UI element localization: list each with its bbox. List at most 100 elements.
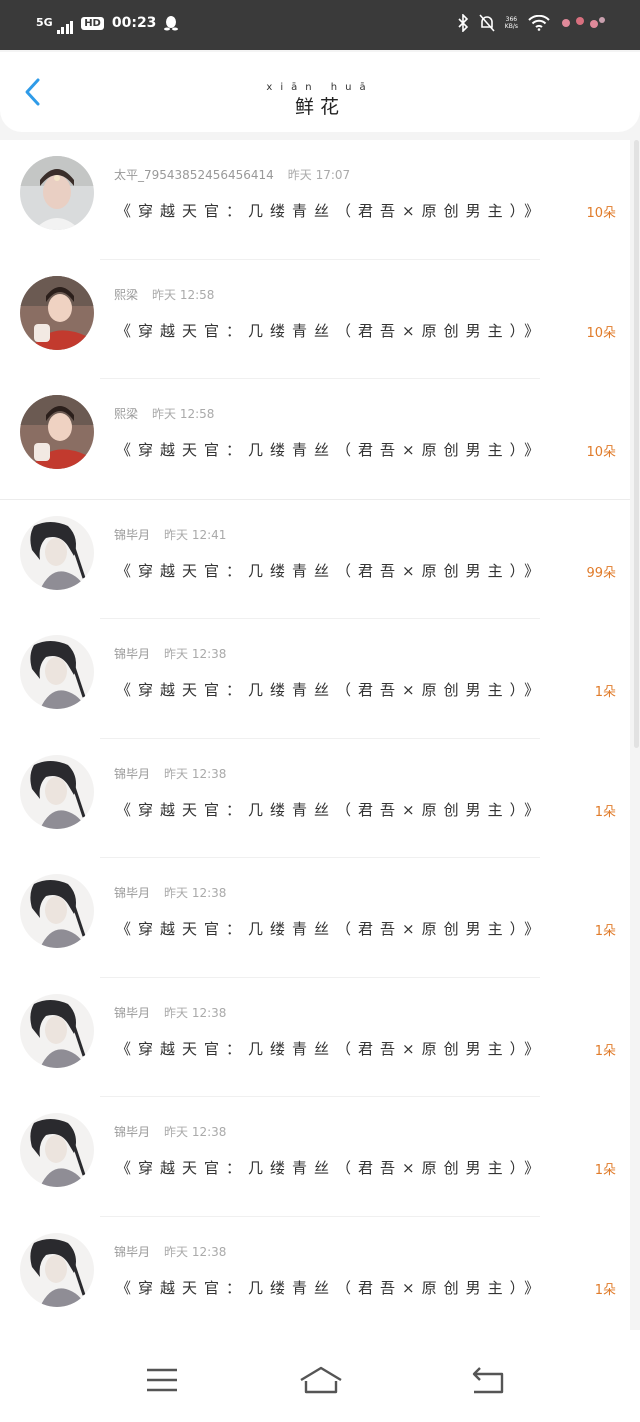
flower-count-unit: 朵: [602, 1043, 616, 1059]
gift-meta: 熙梁 昨天 12:58: [114, 405, 214, 422]
book-title[interactable]: 《穿越天官：几缕青丝（君吾×原创男主）》: [116, 439, 546, 460]
flower-decoration-icon: [560, 15, 606, 31]
avatar[interactable]: [20, 754, 94, 829]
flower-count: 1朵: [595, 801, 616, 820]
book-title[interactable]: 《穿越天官：几缕青丝（君吾×原创男主）》: [116, 1277, 546, 1298]
status-bar: 5G HD 00:23 366 KB/s: [0, 0, 640, 50]
avatar[interactable]: [20, 1232, 94, 1307]
avatar[interactable]: [20, 515, 94, 590]
flower-count-unit: 朵: [602, 445, 616, 460]
book-title[interactable]: 《穿越天官：几缕青丝（君吾×原创男主）》: [116, 200, 546, 221]
flower-count-unit: 朵: [602, 1163, 616, 1178]
sender-name[interactable]: 锦毕月: [114, 647, 150, 661]
home-button[interactable]: [298, 1360, 344, 1400]
flower-count-unit: 朵: [602, 685, 616, 700]
gift-meta: 锦毕月 昨天 12:38: [114, 1004, 226, 1021]
home-icon: [300, 1366, 342, 1394]
avatar[interactable]: [20, 993, 94, 1068]
gift-meta: 锦毕月 昨天 12:38: [114, 645, 226, 662]
flower-count-unit: 朵: [602, 325, 616, 341]
system-back-button[interactable]: [468, 1360, 508, 1400]
flower-count: 1朵: [595, 681, 616, 700]
avatar[interactable]: [20, 156, 94, 230]
wifi-icon: [528, 15, 550, 31]
book-title[interactable]: 《穿越天官：几缕青丝（君吾×原创男主）》: [116, 1157, 546, 1178]
network-type: 5G: [36, 16, 53, 29]
gift-meta: 熙梁 昨天 12:58: [114, 286, 214, 303]
flower-count-unit: 朵: [602, 565, 616, 581]
flower-count-unit: 朵: [602, 804, 616, 820]
flower-count-unit: 朵: [602, 924, 616, 939]
gift-row[interactable]: 熙梁 昨天 12:58 《穿越天官：几缕青丝（君吾×原创男主）》 10朵: [0, 379, 630, 500]
gift-row[interactable]: 锦毕月 昨天 12:38 《穿越天官：几缕青丝（君吾×原创男主）》 1朵: [0, 858, 630, 978]
mute-bell-icon: [479, 14, 495, 32]
gift-meta: 锦毕月 昨天 12:38: [114, 1123, 226, 1140]
gift-time: 昨天 17:07: [287, 168, 351, 182]
sender-name[interactable]: 锦毕月: [114, 1125, 150, 1139]
flower-count-value: 10: [586, 325, 603, 341]
flower-count-value: 10: [586, 445, 603, 460]
system-nav-bar: [0, 1330, 640, 1422]
book-title[interactable]: 《穿越天官：几缕青丝（君吾×原创男主）》: [116, 918, 546, 939]
avatar[interactable]: [20, 874, 94, 948]
gift-time: 昨天 12:38: [164, 1005, 227, 1020]
flower-count: 10朵: [586, 322, 616, 341]
signal-icon: [56, 20, 74, 34]
page-title: 鲜花: [294, 96, 345, 118]
gift-row[interactable]: 太平_79543852456456414 昨天 17:07 《穿越天官：几缕青丝（君…: [0, 140, 630, 260]
flower-count-value: 1: [594, 1043, 603, 1059]
flower-count-unit: 朵: [602, 206, 616, 221]
gift-row[interactable]: 锦毕月 昨天 12:38 《穿越天官：几缕青丝（君吾×原创男主）》 1朵: [0, 739, 630, 858]
avatar[interactable]: [20, 275, 94, 350]
sender-name[interactable]: 熙梁: [114, 407, 138, 421]
gift-time: 昨天 12:38: [164, 647, 227, 661]
flower-count: 1朵: [595, 1279, 616, 1298]
avatar[interactable]: [20, 635, 94, 709]
gift-meta: 锦毕月 昨天 12:38: [114, 765, 226, 782]
qq-icon: [164, 15, 179, 31]
sender-name[interactable]: 太平_79543852456456414: [114, 168, 274, 182]
book-title[interactable]: 《穿越天官：几缕青丝（君吾×原创男主）》: [116, 1038, 546, 1059]
gift-meta: 锦毕月 昨天 12:38: [114, 884, 226, 901]
bluetooth-icon: [457, 14, 469, 32]
flower-count: 10朵: [586, 441, 616, 460]
book-title[interactable]: 《穿越天官：几缕青丝（君吾×原创男主）》: [116, 320, 546, 341]
gift-time: 昨天 12:38: [164, 886, 227, 900]
sender-name[interactable]: 锦毕月: [114, 1245, 150, 1259]
sender-name[interactable]: 熙梁: [114, 288, 138, 302]
hd-badge: HD: [81, 16, 104, 30]
gift-meta: 锦毕月 昨天 12:38: [114, 1243, 226, 1260]
scrollbar[interactable]: [634, 140, 639, 748]
status-left: 5G HD 00:23: [36, 12, 179, 34]
flower-count-value: 1: [594, 804, 603, 820]
gift-row[interactable]: 锦毕月 昨天 12:38 《穿越天官：几缕青丝（君吾×原创男主）》 1朵: [0, 978, 630, 1097]
gift-row[interactable]: 锦毕月 昨天 12:41 《穿越天官：几缕青丝（君吾×原创男主）》 99朵: [0, 500, 630, 619]
book-title[interactable]: 《穿越天官：几缕青丝（君吾×原创男主）》: [116, 560, 546, 581]
gift-time: 昨天 12:41: [164, 527, 227, 542]
sender-name[interactable]: 锦毕月: [114, 1006, 150, 1020]
back-icon: [472, 1367, 504, 1394]
flower-count-unit: 朵: [602, 1282, 616, 1298]
gift-time: 昨天 12:38: [164, 1125, 227, 1139]
sender-name[interactable]: 锦毕月: [114, 528, 150, 542]
avatar[interactable]: [20, 1113, 94, 1187]
page-title-wrap: xiān huā 鲜花: [0, 82, 640, 119]
flower-count-value: 1: [594, 924, 603, 939]
gift-row[interactable]: 熙梁 昨天 12:58 《穿越天官：几缕青丝（君吾×原创男主）》 10朵: [0, 260, 630, 379]
status-right: 366 KB/s: [457, 14, 606, 32]
gift-row[interactable]: 锦毕月 昨天 12:38 《穿越天官：几缕青丝（君吾×原创男主）》 1朵: [0, 1097, 630, 1217]
sender-name[interactable]: 锦毕月: [114, 886, 150, 900]
gift-row[interactable]: 锦毕月 昨天 12:38 《穿越天官：几缕青丝（君吾×原创男主）》 1朵: [0, 619, 630, 739]
flower-count-value: 1: [594, 1163, 603, 1178]
flower-count-value: 99: [586, 565, 603, 581]
avatar[interactable]: [20, 395, 94, 469]
flower-count: 10朵: [586, 202, 616, 221]
header: xiān huā 鲜花: [0, 52, 640, 132]
sender-name[interactable]: 锦毕月: [114, 767, 150, 781]
flower-count: 1朵: [595, 920, 616, 939]
gift-time: 昨天 12:38: [164, 766, 227, 781]
book-title[interactable]: 《穿越天官：几缕青丝（君吾×原创男主）》: [116, 799, 546, 820]
gift-row[interactable]: 锦毕月 昨天 12:38 《穿越天官：几缕青丝（君吾×原创男主）》 1朵: [0, 1217, 630, 1336]
menu-button[interactable]: [142, 1360, 182, 1400]
book-title[interactable]: 《穿越天官：几缕青丝（君吾×原创男主）》: [116, 679, 546, 700]
